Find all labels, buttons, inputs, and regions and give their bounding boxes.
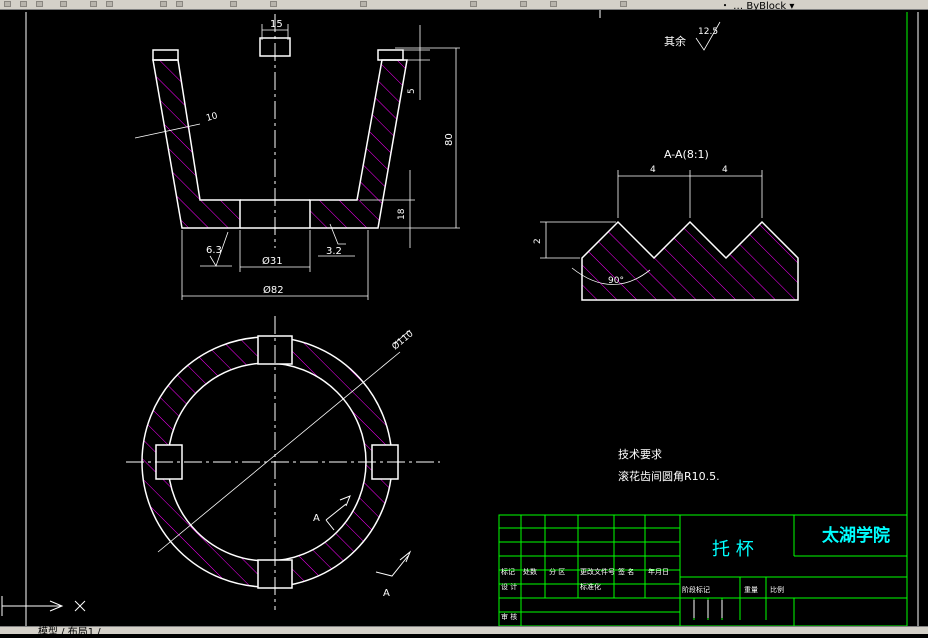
detail-pitch-left: 4 — [650, 165, 656, 175]
dim-height: 80 — [444, 133, 455, 146]
roughness-note-label: 其余 — [664, 34, 686, 48]
tech-req-title: 技术要求 — [618, 448, 662, 461]
tb-weight: 重量 — [744, 586, 758, 594]
ucs-icon — [1, 596, 86, 616]
dim-top-width: 15 — [270, 19, 283, 30]
roughness-left: 6.3 — [206, 245, 222, 256]
layer-icon[interactable] — [470, 1, 477, 7]
help-icon[interactable] — [550, 1, 557, 7]
tb-b-0: 设 计 — [501, 582, 517, 591]
section-right-wall — [309, 59, 408, 229]
color-icon[interactable] — [620, 1, 627, 7]
tb-a-3: 更改文件号 — [580, 567, 615, 576]
tb-a-0: 标记 — [501, 567, 515, 576]
school-name: 太湖学院 — [822, 525, 890, 546]
tb-a-5: 年月日 — [648, 567, 669, 576]
tb-stage: 阶段标记 — [682, 585, 710, 594]
zoom-icon[interactable] — [270, 1, 277, 7]
dim-d31: Ø31 — [262, 255, 283, 267]
drawing-canvas[interactable]: 15 10 5 80 18 Ø31 Ø82 6.3 3.2 其余 12.5 A-… — [0, 9, 928, 626]
tb-scale: 比例 — [770, 585, 784, 594]
pan-icon[interactable] — [230, 1, 237, 7]
calculator-icon[interactable] — [520, 1, 527, 7]
plan-view: Ø110 A A — [126, 316, 440, 610]
roughness-right: 3.2 — [326, 246, 342, 257]
detail-height: 2 — [533, 238, 543, 244]
print-icon[interactable] — [60, 1, 67, 7]
knurl-section — [581, 220, 799, 301]
part-name: 托 杯 — [712, 539, 754, 560]
section-left-wall — [152, 59, 241, 229]
tb-a-4: 签 名 — [618, 567, 634, 576]
tech-req-text: 滚花齿间圆角R10.5. — [618, 469, 720, 483]
dim-wall: 10 — [205, 111, 219, 124]
section-mark-a-lower: A — [383, 588, 390, 599]
properties-icon[interactable] — [360, 1, 367, 7]
tb-c-0: 审 核 — [501, 612, 517, 621]
undo-icon[interactable] — [160, 1, 167, 7]
dim-dia-110: Ø110 — [390, 328, 416, 352]
tech-requirements: 技术要求 滚花齿间圆角R10.5. — [618, 448, 720, 483]
open-icon[interactable] — [20, 1, 27, 7]
detail-angle: 90° — [608, 276, 624, 286]
tb-b-2: 标准化 — [580, 582, 601, 591]
save-icon[interactable] — [36, 1, 43, 7]
tb-a-2: 分 区 — [549, 567, 565, 576]
section-view: 15 10 5 80 18 Ø31 Ø82 6.3 3.2 — [134, 14, 460, 300]
detail-pitch-right: 4 — [722, 165, 728, 175]
dim-d82: Ø82 — [263, 284, 284, 296]
dim-depth: 5 — [407, 88, 417, 94]
copy-icon[interactable] — [106, 1, 113, 7]
tb-a-1: 处数 — [523, 567, 537, 576]
new-icon[interactable] — [4, 1, 11, 7]
dim-base: 18 — [397, 208, 407, 220]
title-block: 托 杯 太湖学院 标记 处数 分 区 更改文件号 签 名 年月日 设 计 标准化… — [498, 514, 908, 626]
detail-title: A-A(8:1) — [664, 148, 709, 161]
layout-tabs[interactable]: 模型 / 布局1 / — [38, 623, 101, 638]
detail-view: A-A(8:1) 4 4 2 90° — [533, 148, 799, 301]
roughness-note: 其余 12.5 — [664, 21, 721, 51]
cut-icon[interactable] — [90, 1, 97, 7]
redo-icon[interactable] — [176, 1, 183, 7]
section-mark-a-upper: A — [313, 513, 320, 524]
roughness-note-value: 12.5 — [698, 27, 718, 37]
